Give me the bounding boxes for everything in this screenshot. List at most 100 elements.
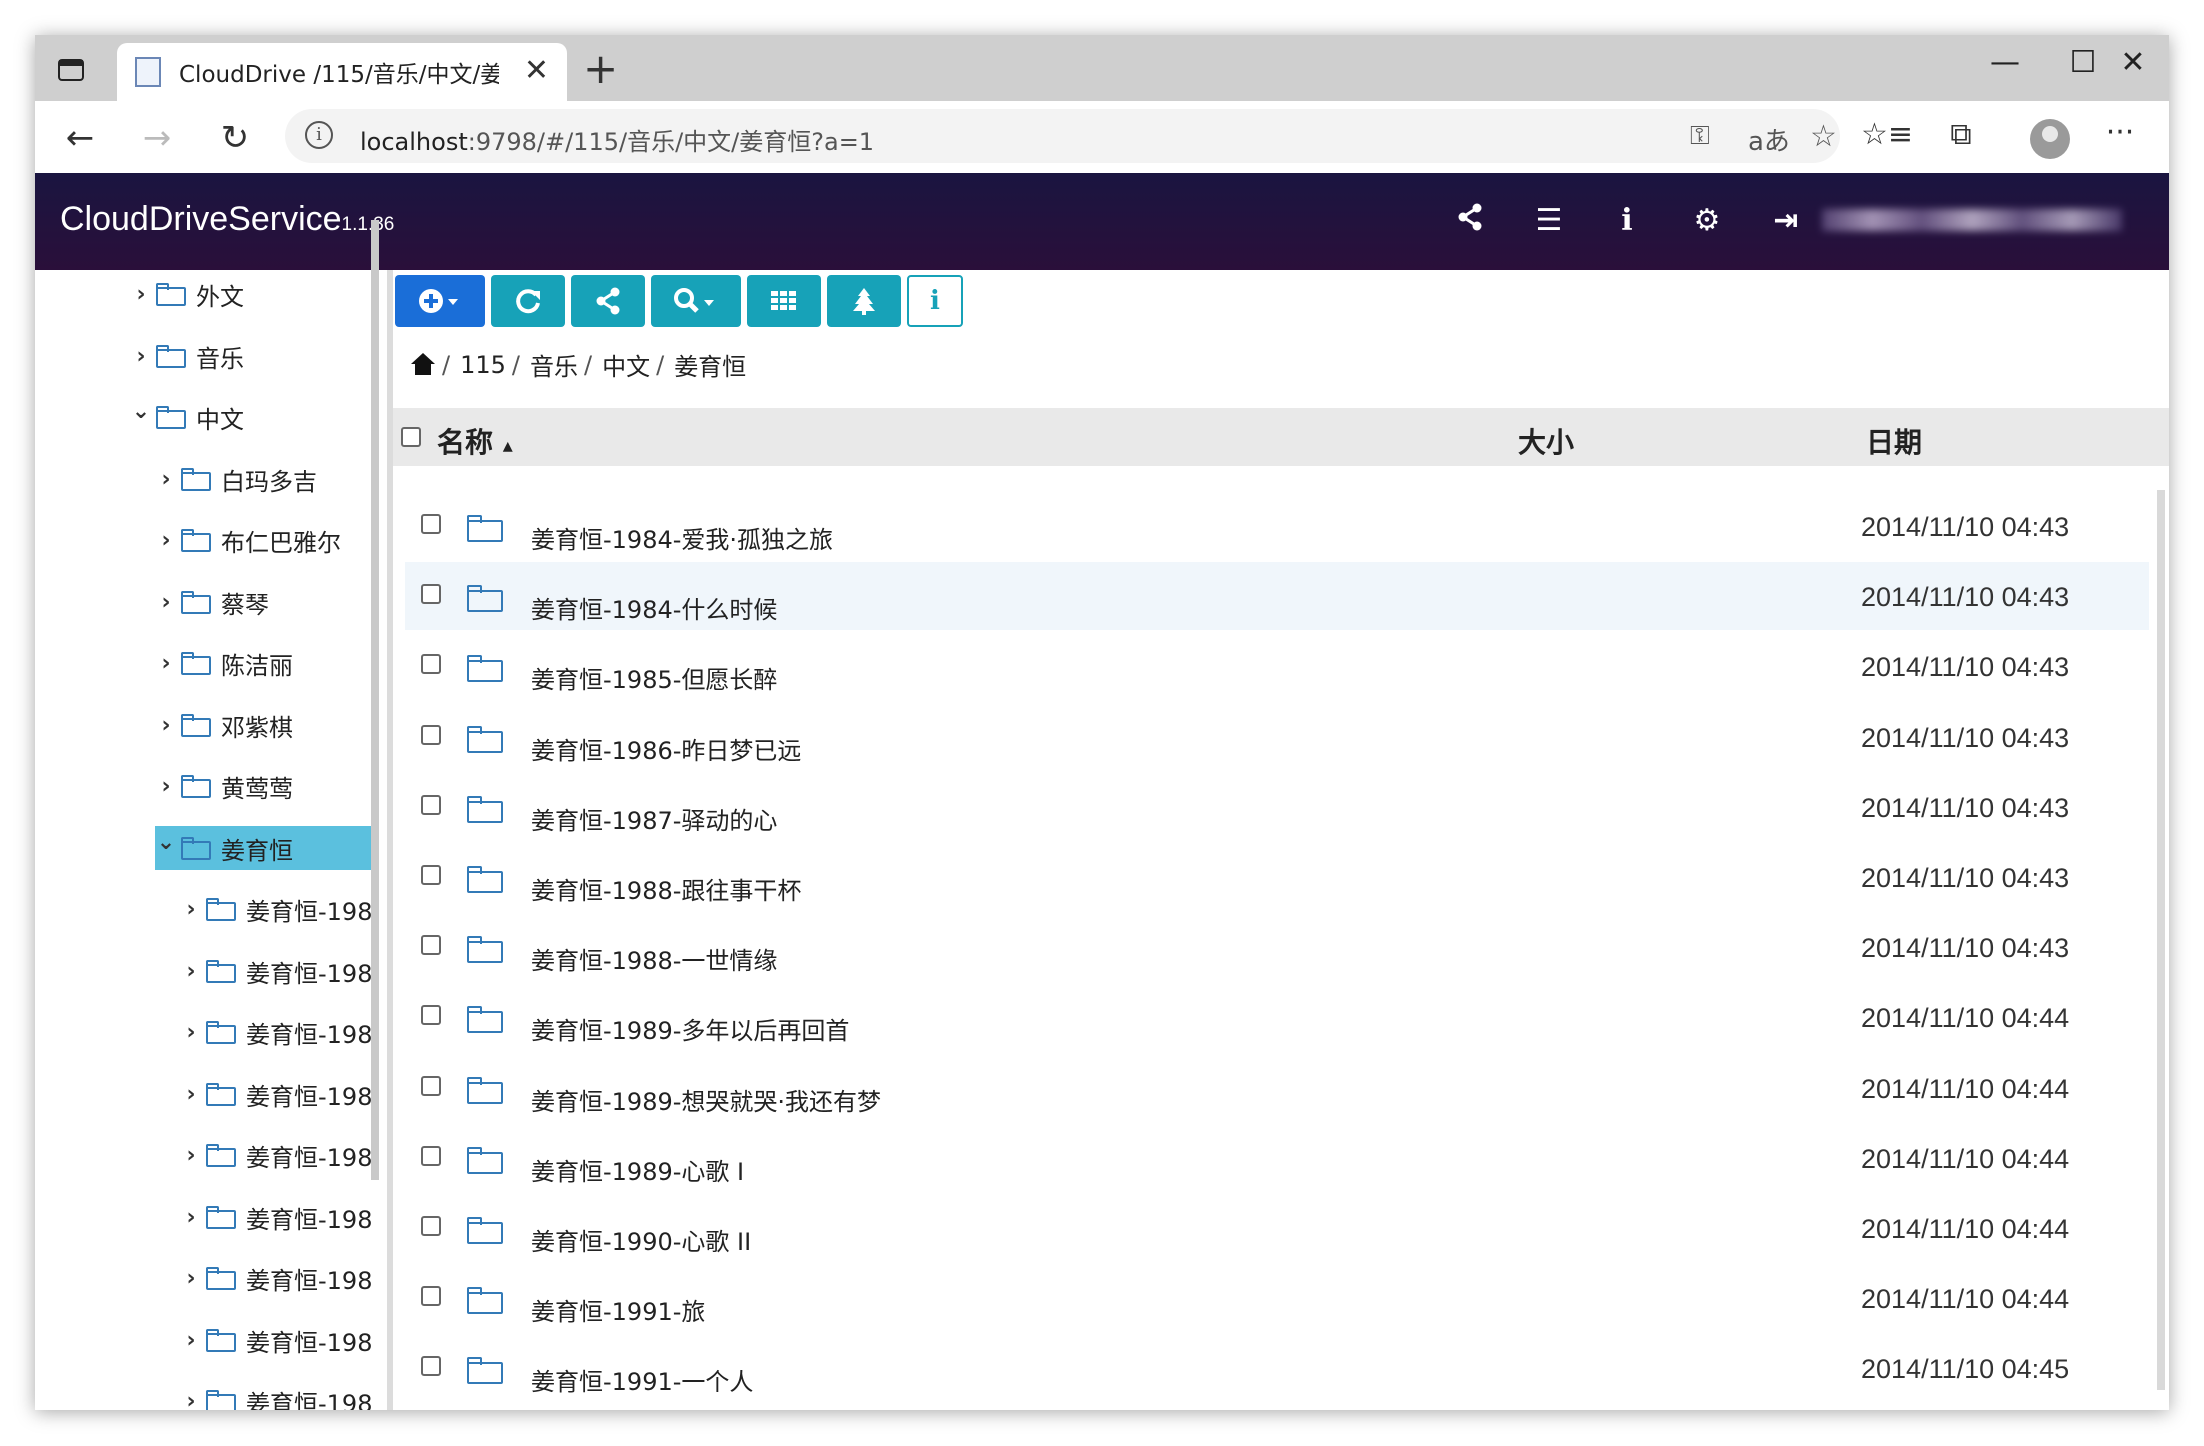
tree-scrollbar[interactable]	[371, 220, 379, 1180]
file-name[interactable]: 姜育恒-1991-旅	[531, 1292, 705, 1327]
select-all-checkbox[interactable]	[401, 427, 421, 447]
file-name[interactable]: 姜育恒-1988-跟往事干杯	[531, 871, 801, 906]
tree-item[interactable]: › 姜育恒-198	[180, 1133, 372, 1177]
row-checkbox[interactable]	[421, 935, 441, 955]
chevron-right-icon[interactable]: ›	[155, 651, 177, 676]
table-row[interactable]: 姜育恒-1986-昨日梦已远 2014/11/10 04:43	[405, 703, 2149, 771]
tree-item[interactable]: › 白玛多吉	[155, 457, 317, 501]
tree-item[interactable]: › 姜育恒-198	[180, 887, 372, 931]
chevron-right-icon[interactable]: ›	[180, 1389, 202, 1411]
table-row[interactable]: 姜育恒-1985-但愿长醉 2014/11/10 04:43	[405, 632, 2149, 700]
collections-icon[interactable]: ⧉	[1939, 117, 1983, 152]
file-name[interactable]: 姜育恒-1989-多年以后再回首	[531, 1011, 849, 1046]
tree-item[interactable]: › 姜育恒-198	[180, 1379, 372, 1410]
tree-item[interactable]: › 姜育恒-198	[180, 1010, 372, 1054]
column-date-header[interactable]: 日期	[1866, 421, 1922, 461]
key-icon[interactable]: ⚿	[1690, 121, 1710, 152]
logout-icon[interactable]: ⇥	[1766, 203, 1806, 238]
read-aloud-icon[interactable]: aあ	[1748, 121, 1790, 158]
table-row[interactable]: 姜育恒-1989-想哭就哭·我还有梦 2014/11/10 04:44	[405, 1054, 2149, 1122]
table-row[interactable]: 姜育恒-1991-旅 2014/11/10 04:44	[405, 1264, 2149, 1332]
tree-button[interactable]	[827, 275, 901, 327]
chevron-right-icon[interactable]: ›	[180, 897, 202, 922]
column-size-header[interactable]: 大小	[1518, 421, 1574, 461]
user-account-blurred[interactable]	[1822, 209, 2122, 231]
tab-close-button[interactable]: ✕	[524, 55, 549, 87]
row-checkbox[interactable]	[421, 725, 441, 745]
breadcrumb-item[interactable]: 115	[460, 351, 506, 379]
file-name[interactable]: 姜育恒-1987-驿动的心	[531, 801, 777, 836]
file-name[interactable]: 姜育恒-1990-心歌 II	[531, 1222, 751, 1257]
row-checkbox[interactable]	[421, 865, 441, 885]
reload-button[interactable]: ↻	[210, 113, 260, 163]
row-checkbox[interactable]	[421, 1146, 441, 1166]
favorites-icon[interactable]: ☆≡	[1861, 117, 1913, 152]
file-name[interactable]: 姜育恒-1991-一个人	[531, 1362, 753, 1397]
tree-item[interactable]: › 姜育恒-198	[180, 1195, 372, 1239]
table-row[interactable]: 姜育恒-1988-一世情缘 2014/11/10 04:43	[405, 913, 2149, 981]
tree-item[interactable]: ⌄ 姜育恒	[155, 826, 379, 870]
tree-item[interactable]: › 蔡琴	[155, 580, 269, 624]
minimize-button[interactable]: —	[1975, 45, 2035, 81]
table-row[interactable]: 姜育恒-1984-什么时候 2014/11/10 04:43	[405, 562, 2149, 630]
breadcrumb-item[interactable]: 中文	[602, 347, 650, 382]
settings-icon[interactable]: ⚙	[1687, 203, 1727, 238]
profile-icon[interactable]	[2030, 119, 2070, 159]
share-icon[interactable]	[1450, 203, 1490, 239]
row-checkbox[interactable]	[421, 1076, 441, 1096]
file-name[interactable]: 姜育恒-1985-但愿长醉	[531, 660, 777, 695]
file-list-scrollbar[interactable]	[2157, 490, 2165, 1390]
file-name[interactable]: 姜育恒-1988-一世情缘	[531, 941, 777, 976]
breadcrumb-item[interactable]: 音乐	[530, 347, 578, 382]
file-name[interactable]: 姜育恒-1984-什么时候	[531, 590, 777, 625]
row-checkbox[interactable]	[421, 584, 441, 604]
row-checkbox[interactable]	[421, 654, 441, 674]
row-checkbox[interactable]	[421, 514, 441, 534]
table-row[interactable]: 姜育恒-1989-多年以后再回首 2014/11/10 04:44	[405, 983, 2149, 1051]
forward-button[interactable]: →	[132, 113, 182, 163]
info-button[interactable]: i	[907, 275, 963, 327]
add-favorite-icon[interactable]: ☆	[1810, 119, 1837, 154]
chevron-right-icon[interactable]: ›	[180, 1020, 202, 1045]
tree-item[interactable]: › 姜育恒-198	[180, 1318, 372, 1362]
chevron-right-icon[interactable]: ›	[180, 1328, 202, 1353]
chevron-down-icon[interactable]: ⌄	[155, 830, 177, 855]
table-row[interactable]: 姜育恒-1990-心歌 II 2014/11/10 04:44	[405, 1194, 2149, 1262]
table-row[interactable]: 姜育恒-1989-心歌 I 2014/11/10 04:44	[405, 1124, 2149, 1192]
back-button[interactable]: ←	[55, 113, 105, 163]
url-field[interactable]: i localhost:9798/#/115/音乐/中文/姜育恒?a=1 ⚿ a…	[285, 109, 1840, 163]
tree-item[interactable]: › 音乐	[130, 334, 244, 378]
tree-item[interactable]: › 外文	[130, 272, 244, 316]
table-row[interactable]: 姜育恒-1988-跟往事干杯 2014/11/10 04:43	[405, 843, 2149, 911]
chevron-right-icon[interactable]: ›	[180, 959, 202, 984]
tree-item[interactable]: › 姜育恒-198	[180, 949, 372, 993]
share-button[interactable]	[571, 275, 645, 327]
chevron-right-icon[interactable]: ›	[155, 590, 177, 615]
tree-item[interactable]: › 布仁巴雅尔	[155, 518, 341, 562]
column-name-header[interactable]: 名称 ▴	[437, 421, 513, 461]
tree-item[interactable]: › 陈洁丽	[155, 641, 293, 685]
chevron-right-icon[interactable]: ›	[155, 528, 177, 553]
row-checkbox[interactable]	[421, 1216, 441, 1236]
row-checkbox[interactable]	[421, 795, 441, 815]
tree-item[interactable]: ⌄ 中文	[130, 395, 244, 439]
chevron-right-icon[interactable]: ›	[180, 1143, 202, 1168]
chevron-right-icon[interactable]: ›	[130, 344, 152, 369]
view-grid-button[interactable]	[747, 275, 821, 327]
file-name[interactable]: 姜育恒-1984-爱我·孤独之旅	[531, 520, 833, 555]
table-row[interactable]: 姜育恒-1987-驿动的心 2014/11/10 04:43	[405, 773, 2149, 841]
site-info-icon[interactable]: i	[305, 121, 333, 149]
table-row[interactable]: 姜育恒-1984-爱我·孤独之旅 2014/11/10 04:43	[405, 492, 2149, 560]
tree-item[interactable]: › 黄莺莺	[155, 764, 293, 808]
chevron-right-icon[interactable]: ›	[155, 467, 177, 492]
more-icon[interactable]: ···	[2098, 115, 2142, 150]
browser-tab[interactable]: CloudDrive /115/音乐/中文/姜育恒 ✕	[117, 43, 567, 101]
chevron-right-icon[interactable]: ›	[180, 1205, 202, 1230]
row-checkbox[interactable]	[421, 1286, 441, 1306]
chevron-right-icon[interactable]: ›	[155, 713, 177, 738]
file-name[interactable]: 姜育恒-1986-昨日梦已远	[531, 731, 801, 766]
chevron-right-icon[interactable]: ›	[180, 1266, 202, 1291]
row-checkbox[interactable]	[421, 1356, 441, 1376]
refresh-button[interactable]	[491, 275, 565, 327]
app-brand[interactable]: CloudDriveService1.1.36	[60, 200, 394, 239]
